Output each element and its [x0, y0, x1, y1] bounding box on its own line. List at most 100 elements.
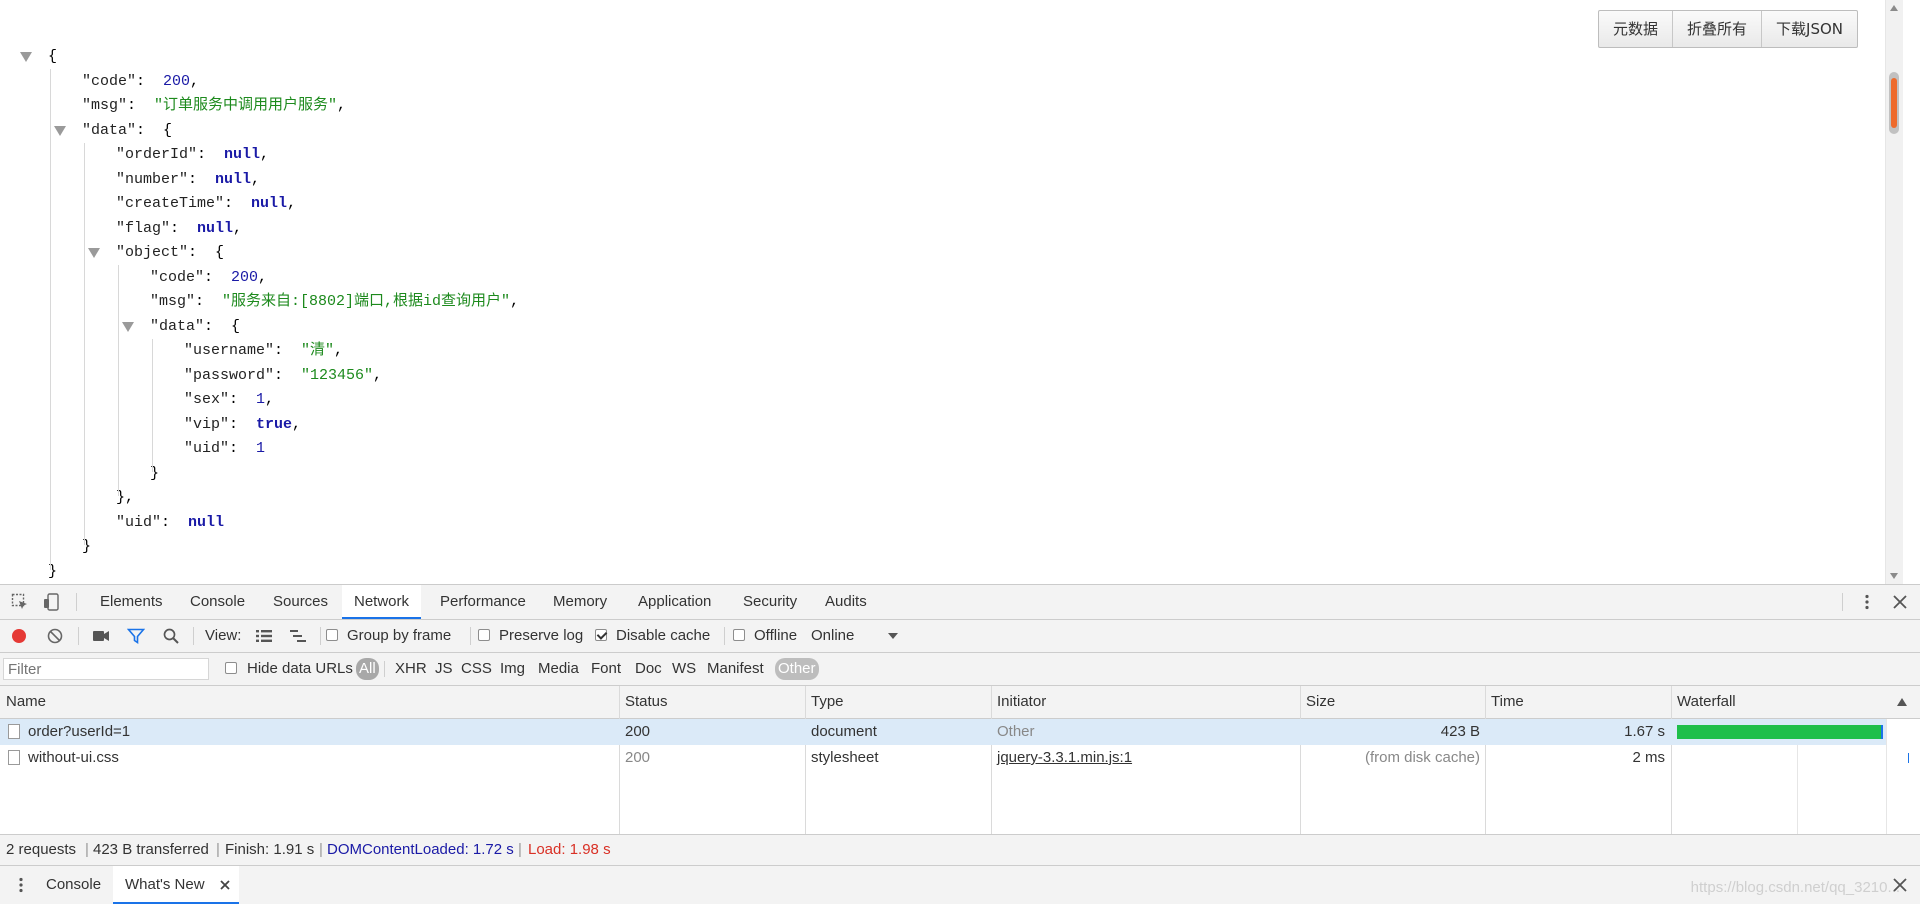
download-json-button[interactable]: 下载JSON — [1761, 11, 1857, 47]
column-header-initiator[interactable]: Initiator — [991, 686, 1046, 718]
table-row[interactable]: without-ui.css 200 stylesheet jquery-3.3… — [0, 745, 1909, 771]
json-line: "code": 200, — [150, 266, 267, 290]
json-line: "vip": true, — [184, 413, 301, 437]
collapse-all-button[interactable]: 折叠所有 — [1672, 11, 1761, 47]
network-toolbar: View: Group by frame Preserve log Disabl… — [0, 620, 1920, 653]
request-initiator-link[interactable]: jquery-3.3.1.min.js:1 — [997, 745, 1132, 771]
group-by-frame-checkbox[interactable] — [326, 629, 338, 641]
scrollbar-thumb[interactable] — [1889, 72, 1899, 134]
collapse-toggle-icon[interactable] — [54, 125, 66, 136]
request-name[interactable]: without-ui.css — [28, 745, 119, 771]
json-token-pun: : — [188, 170, 216, 188]
drawer-tab-console[interactable]: Console — [34, 866, 113, 904]
json-token-pun: , — [334, 342, 344, 359]
filter-type-font[interactable]: Font — [588, 658, 624, 680]
summary-divider: | — [319, 841, 323, 858]
tab-sources[interactable]: Sources — [261, 585, 340, 619]
chevron-down-icon[interactable] — [884, 627, 902, 645]
json-token-pun: , — [510, 293, 520, 310]
filter-type-doc[interactable]: Doc — [632, 658, 665, 680]
filter-input[interactable] — [3, 658, 209, 680]
clear-icon[interactable] — [46, 627, 64, 645]
column-header-status[interactable]: Status — [619, 686, 668, 718]
drawer-tab-whats-new[interactable]: What's New — [113, 866, 239, 904]
request-type: stylesheet — [811, 749, 879, 766]
tab-performance[interactable]: Performance — [428, 585, 538, 619]
close-devtools-icon[interactable] — [1891, 593, 1909, 611]
filter-type-img[interactable]: Img — [497, 658, 528, 680]
filter-type-xhr[interactable]: XHR — [392, 658, 430, 680]
request-name[interactable]: order?userId=1 — [28, 719, 130, 745]
json-line: "object": { — [116, 241, 224, 265]
table-row[interactable]: order?userId=1 200 document Other 423 B … — [0, 719, 1886, 745]
tab-console[interactable]: Console — [178, 585, 257, 619]
large-rows-icon[interactable] — [255, 627, 273, 645]
filter-type-manifest[interactable]: Manifest — [704, 658, 767, 680]
column-header-name[interactable]: Name — [0, 686, 46, 718]
json-line: "username": "清", — [184, 339, 343, 363]
preserve-log-checkbox[interactable] — [478, 629, 490, 641]
tab-audits[interactable]: Audits — [813, 585, 879, 619]
filter-type-media[interactable]: Media — [535, 658, 582, 680]
collapse-toggle-icon[interactable] — [20, 52, 32, 62]
offline-checkbox[interactable] — [733, 629, 745, 641]
hide-data-urls-checkbox[interactable] — [225, 662, 237, 674]
json-token-nul: null — [215, 170, 252, 188]
collapse-toggle-icon[interactable] — [122, 321, 134, 332]
metadata-button[interactable]: 元数据 — [1599, 11, 1672, 47]
summary-divider: | — [85, 841, 89, 858]
disable-cache-checkbox[interactable] — [595, 629, 607, 641]
waterfall-bar[interactable] — [1677, 725, 1883, 739]
column-header-waterfall[interactable]: Waterfall — [1671, 686, 1736, 718]
collapse-toggle-icon[interactable] — [88, 248, 100, 258]
close-drawer-icon[interactable] — [1891, 876, 1909, 894]
json-line: "uid": null — [116, 511, 224, 535]
overview-waterfall-icon[interactable] — [289, 627, 307, 645]
tab-elements[interactable]: Elements — [88, 585, 175, 619]
tab-network[interactable]: Network — [342, 585, 422, 619]
json-line: "password": "123456", — [184, 364, 382, 388]
toolbar-separator — [320, 627, 321, 645]
tab-security[interactable]: Security — [731, 585, 809, 619]
request-time: 2 ms — [1632, 749, 1665, 766]
json-line: "sex": 1, — [184, 388, 274, 412]
viewer-scrollbar[interactable] — [1885, 0, 1903, 584]
column-header-size[interactable]: Size — [1300, 686, 1335, 718]
request-status: 200 — [625, 749, 651, 766]
disable-cache-label: Disable cache — [616, 627, 711, 644]
more-options-icon[interactable] — [1858, 593, 1876, 611]
json-token-pun: , — [251, 170, 261, 188]
json-token-key: "sex" — [184, 391, 230, 408]
filter-type-js[interactable]: JS — [432, 658, 456, 680]
request-initiator: Other — [997, 723, 1035, 740]
throttling-select[interactable]: Online — [811, 620, 854, 652]
json-token-pun: : { — [136, 121, 173, 139]
json-token-pun: : { — [204, 317, 241, 335]
screenshot-camera-icon[interactable] — [92, 627, 110, 645]
tab-application[interactable]: Application — [626, 585, 723, 619]
filter-type-css[interactable]: CSS — [458, 658, 495, 680]
close-tab-icon[interactable] — [219, 879, 231, 891]
filter-funnel-icon[interactable] — [127, 627, 145, 645]
json-token-key: "msg" — [82, 97, 128, 114]
column-header-type[interactable]: Type — [805, 686, 844, 718]
scroll-up-arrow-icon[interactable] — [1890, 5, 1898, 11]
filter-type-ws[interactable]: WS — [669, 658, 699, 680]
json-token-pun: : — [197, 146, 225, 163]
view-label: View: — [205, 627, 242, 644]
column-header-time[interactable]: Time — [1485, 686, 1524, 718]
json-token-pun: , — [233, 219, 243, 237]
filter-type-other[interactable]: Other — [775, 658, 819, 680]
record-icon[interactable] — [10, 627, 28, 645]
scroll-down-arrow-icon[interactable] — [1890, 573, 1898, 579]
json-token-key: "orderId" — [116, 146, 198, 163]
filter-bar: Hide data URLs All XHR JS CSS Img Media … — [0, 653, 1920, 686]
json-token-pun: , — [337, 97, 347, 114]
sort-ascending-icon[interactable] — [1896, 697, 1908, 707]
drawer-menu-icon[interactable] — [12, 876, 30, 894]
tab-memory[interactable]: Memory — [541, 585, 619, 619]
search-icon[interactable] — [162, 627, 180, 645]
inspect-element-icon[interactable] — [11, 593, 29, 611]
filter-type-all[interactable]: All — [356, 658, 379, 680]
device-toolbar-icon[interactable] — [43, 593, 61, 611]
